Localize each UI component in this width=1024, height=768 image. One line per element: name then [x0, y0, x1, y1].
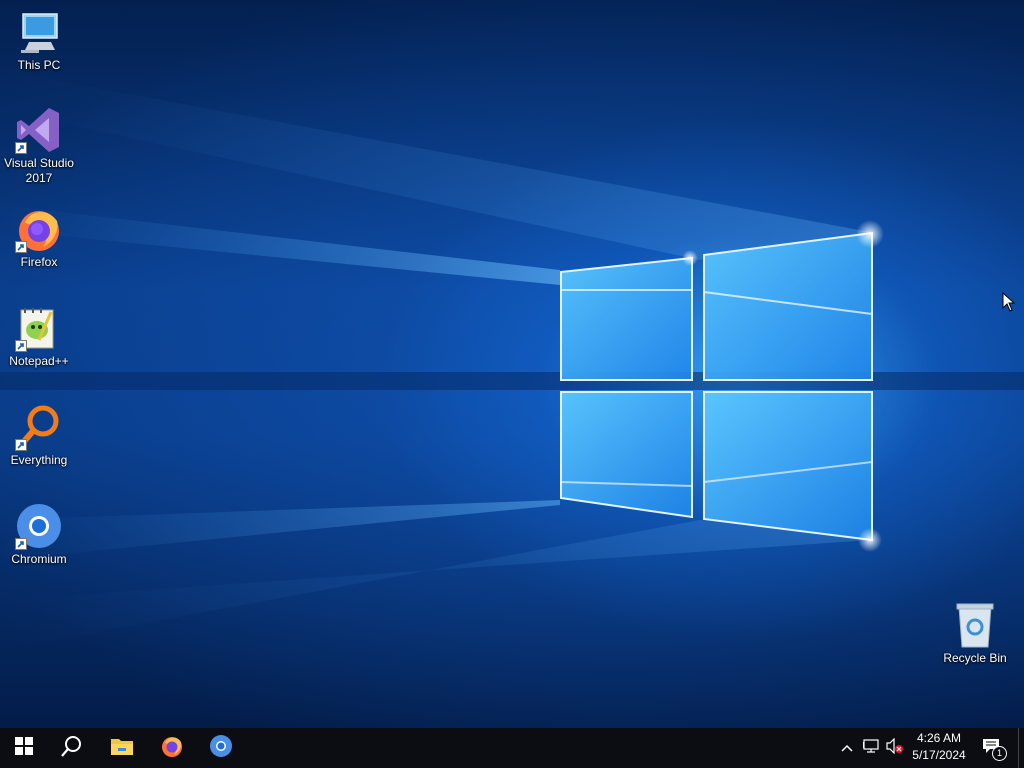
taskbar-file-explorer[interactable]	[98, 728, 146, 768]
desktop-icon-label: Everything	[10, 453, 68, 467]
volume-button[interactable]	[884, 728, 906, 768]
shortcut-arrow-icon	[15, 340, 27, 352]
show-desktop-button[interactable]	[1018, 728, 1024, 768]
search-button[interactable]	[48, 728, 96, 768]
taskbar: 4:26 AM 5/17/2024 1	[0, 728, 1024, 768]
firefox-icon	[160, 734, 184, 763]
volume-muted-icon	[886, 737, 904, 759]
desktop-icon-label: Visual Studio 2017	[4, 156, 74, 185]
firefox-icon	[15, 205, 63, 253]
chevron-up-icon	[841, 739, 853, 757]
action-center-button[interactable]: 1	[978, 728, 1008, 768]
search-icon	[61, 735, 83, 762]
start-button[interactable]	[0, 728, 48, 768]
show-hidden-icons-button[interactable]	[836, 728, 858, 768]
chromium-icon	[209, 734, 233, 763]
desktop-icon-notepad-plus-plus[interactable]: Notepad++	[1, 304, 77, 369]
file-explorer-icon	[110, 736, 134, 761]
recycle-bin-icon	[951, 601, 999, 649]
taskbar-chromium[interactable]	[197, 728, 245, 768]
mouse-cursor-icon	[1002, 291, 1016, 312]
this-pc-icon	[15, 8, 63, 56]
desktop-wallpaper	[0, 0, 1024, 728]
clock-date: 5/17/2024	[912, 748, 966, 762]
network-button[interactable]	[860, 728, 882, 768]
network-icon	[862, 738, 879, 758]
desktop-icon-label: This PC	[17, 58, 61, 72]
desktop-icon-label: Recycle Bin	[943, 651, 1007, 665]
shortcut-arrow-icon	[15, 241, 27, 253]
notepad-plus-plus-icon	[15, 304, 63, 352]
shortcut-arrow-icon	[15, 538, 27, 550]
desktop-icon-everything[interactable]: Everything	[1, 403, 77, 468]
desktop-icon-firefox[interactable]: Firefox	[1, 205, 77, 270]
desktop-icon-label: Notepad++	[9, 354, 69, 368]
desktop-icon-label: Chromium	[11, 552, 67, 566]
shortcut-arrow-icon	[15, 439, 27, 451]
taskbar-firefox[interactable]	[148, 728, 196, 768]
desktop-icon-label: Firefox	[20, 255, 58, 269]
taskbar-clock[interactable]: 4:26 AM 5/17/2024	[904, 730, 974, 766]
desktop-icon-this-pc[interactable]: This PC	[1, 8, 77, 73]
clock-time: 4:26 AM	[916, 731, 962, 745]
desktop-icon-recycle-bin[interactable]: Recycle Bin	[937, 601, 1013, 666]
shortcut-arrow-icon	[15, 142, 27, 154]
desktop-icon-visual-studio[interactable]: Visual Studio 2017	[1, 106, 77, 186]
notification-count-badge: 1	[992, 746, 1007, 761]
visual-studio-icon	[15, 106, 63, 154]
chromium-icon	[15, 502, 63, 550]
windows-start-icon	[15, 736, 33, 760]
action-center-icon: 1	[982, 738, 1007, 761]
everything-search-icon	[15, 403, 63, 451]
desktop-icon-chromium[interactable]: Chromium	[1, 502, 77, 567]
